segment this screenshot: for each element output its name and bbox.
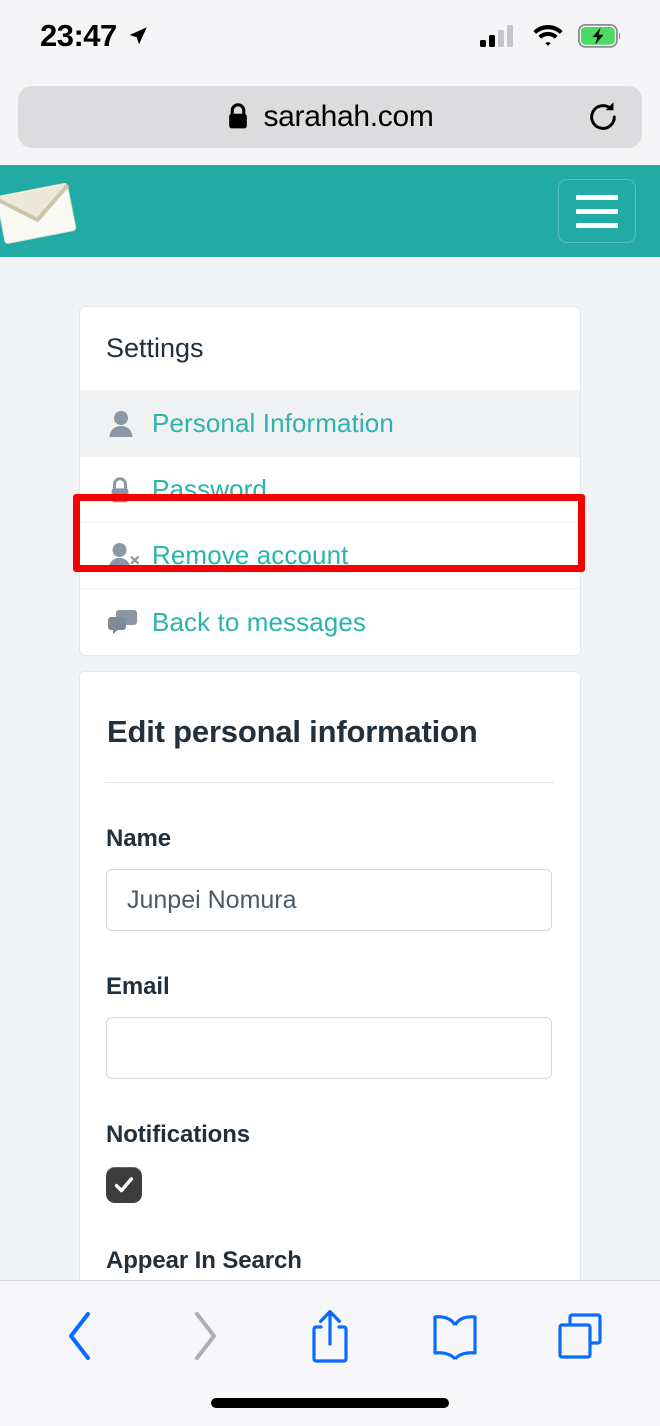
tabs-icon xyxy=(557,1313,602,1359)
name-input[interactable] xyxy=(106,869,552,931)
speech-bubbles-icon xyxy=(108,609,152,635)
forward-button[interactable] xyxy=(172,1305,238,1367)
edit-personal-information-card: Edit personal information Name Email Not… xyxy=(80,672,580,1280)
notifications-label: Notifications xyxy=(106,1121,251,1148)
cellular-signal-icon xyxy=(480,25,513,47)
sidebar-item-label: Password xyxy=(152,474,267,504)
hamburger-bar xyxy=(576,222,618,228)
sidebar-item-remove-account[interactable]: Remove account xyxy=(80,523,580,589)
tabs-button[interactable] xyxy=(547,1305,613,1367)
settings-card: Settings Personal Information Password R… xyxy=(80,307,580,655)
email-label: Email xyxy=(106,973,170,1000)
chevron-right-icon xyxy=(195,1312,217,1360)
chevron-left-icon xyxy=(69,1312,91,1360)
hamburger-bar xyxy=(576,208,618,214)
toolbar-icons xyxy=(0,1303,660,1369)
person-icon xyxy=(108,410,152,438)
safari-url-bar-area: sarahah.com xyxy=(0,72,660,165)
notifications-checkbox[interactable] xyxy=(106,1167,142,1203)
status-bar-right xyxy=(480,23,622,49)
page-title: Edit personal information xyxy=(107,714,478,749)
reload-icon[interactable] xyxy=(586,100,620,134)
sidebar-item-label: Back to messages xyxy=(152,606,367,637)
safari-toolbar xyxy=(0,1280,660,1426)
location-arrow-icon xyxy=(129,27,147,45)
person-remove-icon xyxy=(108,542,152,570)
sidebar-item-label: Remove account xyxy=(152,540,349,570)
name-field-group: Name xyxy=(80,825,580,931)
email-field-group: Email xyxy=(80,973,580,1079)
lock-icon xyxy=(108,476,152,504)
sidebar-item-label: Personal Information xyxy=(152,408,394,438)
hamburger-bar xyxy=(576,194,618,200)
wifi-icon xyxy=(533,25,563,46)
page-content: Settings Personal Information Password R… xyxy=(0,257,660,1280)
status-time: 23:47 xyxy=(40,18,117,53)
sidebar-item-password[interactable]: Password xyxy=(80,457,580,523)
book-icon xyxy=(433,1315,477,1361)
bookmarks-button[interactable] xyxy=(422,1305,488,1367)
envelope-logo-icon[interactable] xyxy=(0,179,84,245)
status-bar-left: 23:47 xyxy=(40,18,149,54)
url-bar[interactable]: sarahah.com xyxy=(18,86,642,148)
share-icon xyxy=(312,1310,348,1363)
url-text: sarahah.com xyxy=(263,100,434,133)
iphone-screen: 23:47 sarahah.com Settings Personal Info… xyxy=(0,0,660,1426)
settings-card-title: Settings xyxy=(80,307,580,391)
back-button[interactable] xyxy=(47,1305,113,1367)
appear-in-search-group: Appear In Search xyxy=(80,1247,580,1275)
home-indicator xyxy=(211,1398,449,1408)
name-label: Name xyxy=(106,825,171,852)
status-bar: 23:47 xyxy=(0,0,660,72)
battery-charging-icon xyxy=(578,24,621,48)
hamburger-menu-icon[interactable] xyxy=(558,179,636,243)
checkmark-icon xyxy=(114,1177,134,1193)
divider xyxy=(106,782,554,783)
sidebar-item-personal-information[interactable]: Personal Information xyxy=(80,391,580,457)
email-input[interactable] xyxy=(106,1017,552,1079)
appear-in-search-label: Appear In Search xyxy=(106,1247,302,1274)
lock-icon xyxy=(229,103,248,129)
sidebar-item-back-to-messages[interactable]: Back to messages xyxy=(80,589,580,655)
notifications-field-group: Notifications xyxy=(80,1121,580,1203)
site-header xyxy=(0,165,660,257)
share-button[interactable] xyxy=(297,1305,363,1367)
url-content: sarahah.com xyxy=(226,100,434,134)
